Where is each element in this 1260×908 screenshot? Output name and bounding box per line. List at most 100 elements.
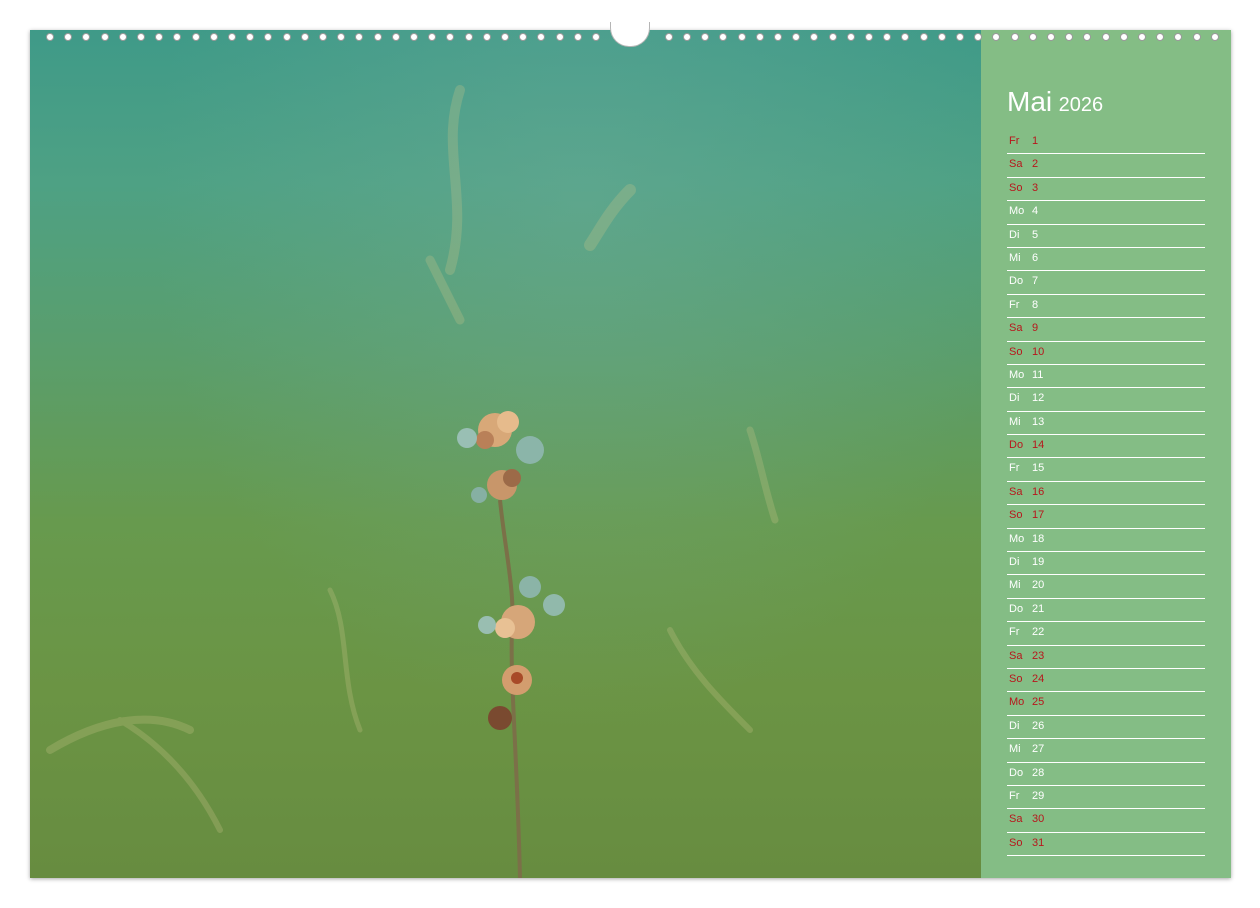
day-abbr: So [1009, 181, 1023, 194]
day-number: 18 [1032, 532, 1045, 545]
day-row: Fr 22 [1007, 622, 1205, 646]
day-abbr: Fr [1009, 789, 1020, 802]
day-number: 14 [1032, 439, 1045, 452]
day-row: Sa 16 [1007, 482, 1205, 506]
day-row: Di 19 [1007, 552, 1205, 576]
day-number: 4 [1032, 205, 1039, 218]
day-abbr: Di [1009, 556, 1020, 569]
day-row: Mo 25 [1007, 692, 1205, 716]
day-row: Fr 15 [1007, 458, 1205, 482]
day-row: Fr 1 [1007, 131, 1205, 155]
day-number: 25 [1032, 696, 1045, 709]
month-year: 2026 [1058, 94, 1104, 116]
day-number: 3 [1032, 181, 1039, 194]
day-row: Do 14 [1007, 435, 1205, 459]
day-row: Mi 6 [1007, 248, 1205, 272]
day-abbr: Do [1009, 766, 1024, 779]
day-row: So 17 [1007, 505, 1205, 529]
day-row: Mo 11 [1007, 365, 1205, 389]
day-number: 13 [1032, 415, 1045, 428]
day-abbr: Di [1009, 392, 1020, 405]
day-abbr: Sa [1009, 322, 1023, 335]
day-abbr: Mo [1009, 205, 1025, 218]
day-row: So 3 [1007, 178, 1205, 202]
day-row: Di 12 [1007, 388, 1205, 412]
day-number: 23 [1032, 649, 1045, 662]
day-row: So 10 [1007, 342, 1205, 365]
day-abbr: Fr [1009, 462, 1020, 475]
day-number: 10 [1032, 345, 1045, 358]
day-number: 27 [1032, 743, 1045, 756]
month-name: Mai [1007, 86, 1053, 117]
day-row: Mi 20 [1007, 575, 1205, 599]
flower-cluster-top [457, 411, 544, 503]
day-number: 17 [1032, 509, 1045, 522]
day-abbr: Sa [1009, 649, 1023, 662]
day-row: Mo 18 [1007, 529, 1205, 553]
day-number: 1 [1032, 135, 1039, 147]
day-row: Mi 13 [1007, 412, 1205, 436]
day-row: Sa 30 [1007, 809, 1205, 833]
day-row: Fr 29 [1007, 786, 1205, 810]
day-number: 22 [1032, 626, 1045, 639]
day-abbr: Sa [1009, 813, 1023, 826]
day-row: So 31 [1007, 833, 1205, 857]
day-number: 2 [1032, 158, 1039, 171]
day-row: Fr 8 [1007, 295, 1205, 319]
day-number: 28 [1032, 766, 1045, 779]
day-row: Mo 4 [1007, 201, 1205, 225]
day-row: Sa 9 [1007, 318, 1205, 342]
day-number: 24 [1032, 672, 1045, 685]
calendar-page: Mai 2026 Fr 1 Sa 2 So 3 Mo 4 Di 5 Mi 6 Do 7 Fr 8 Sa 9 So 10… [30, 30, 1231, 878]
day-number: 8 [1032, 298, 1039, 311]
day-abbr: Do [1009, 275, 1024, 288]
day-number: 6 [1032, 251, 1039, 264]
background-weeds [46, 85, 779, 833]
day-row: Sa 2 [1007, 154, 1205, 178]
day-abbr: Sa [1009, 158, 1023, 171]
day-abbr: Mi [1009, 743, 1021, 756]
day-number: 11 [1032, 368, 1044, 381]
day-number: 21 [1032, 602, 1045, 615]
day-row: Mi 27 [1007, 739, 1205, 763]
day-number: 5 [1032, 228, 1039, 241]
day-abbr: So [1009, 836, 1023, 849]
day-number: 9 [1032, 322, 1039, 335]
day-number: 12 [1032, 392, 1045, 405]
day-abbr: Fr [1009, 626, 1020, 639]
day-number: 30 [1032, 813, 1045, 826]
day-abbr: Mo [1009, 532, 1025, 545]
day-number: 16 [1032, 485, 1045, 498]
day-row: Sa 23 [1007, 646, 1205, 669]
day-row: So 24 [1007, 669, 1205, 693]
day-number: 26 [1032, 719, 1045, 732]
photo-illustration [46, 85, 779, 878]
day-abbr: Fr [1009, 135, 1020, 147]
day-number: 7 [1032, 275, 1039, 288]
month-heading: Mai 2026 [1007, 86, 1103, 118]
day-number: 15 [1032, 462, 1045, 475]
day-number: 29 [1032, 789, 1045, 802]
day-abbr: So [1009, 672, 1023, 685]
day-list: Fr 1 Sa 2 So 3 Mo 4 Di 5 Mi 6 Do 7 Fr 8 Sa 9 So 10 Mo 11 Di 12 M… [1007, 131, 1205, 857]
day-abbr: Do [1009, 602, 1024, 615]
day-abbr: Fr [1009, 298, 1020, 311]
underwater-plant-photo [30, 30, 981, 878]
flower-cluster-middle [478, 576, 565, 730]
calendar-panel: Mai 2026 Fr 1 Sa 2 So 3 Mo 4 Di 5 Mi 6 Do 7 Fr 8 Sa 9 So 10… [981, 30, 1231, 878]
day-abbr: Mi [1009, 579, 1021, 592]
day-row: Di 5 [1007, 225, 1205, 248]
day-abbr: Do [1009, 439, 1024, 452]
day-abbr: So [1009, 345, 1023, 358]
day-abbr: Mi [1009, 415, 1021, 428]
day-number: 19 [1032, 556, 1045, 569]
day-abbr: Mo [1009, 368, 1025, 381]
day-number: 31 [1032, 836, 1045, 849]
day-row: Di 26 [1007, 716, 1205, 740]
day-abbr: Sa [1009, 485, 1023, 498]
day-row: Do 7 [1007, 271, 1205, 295]
day-row: Do 21 [1007, 599, 1205, 623]
day-row: Do 28 [1007, 763, 1205, 786]
day-abbr: Di [1009, 719, 1020, 732]
day-abbr: Mi [1009, 251, 1021, 264]
